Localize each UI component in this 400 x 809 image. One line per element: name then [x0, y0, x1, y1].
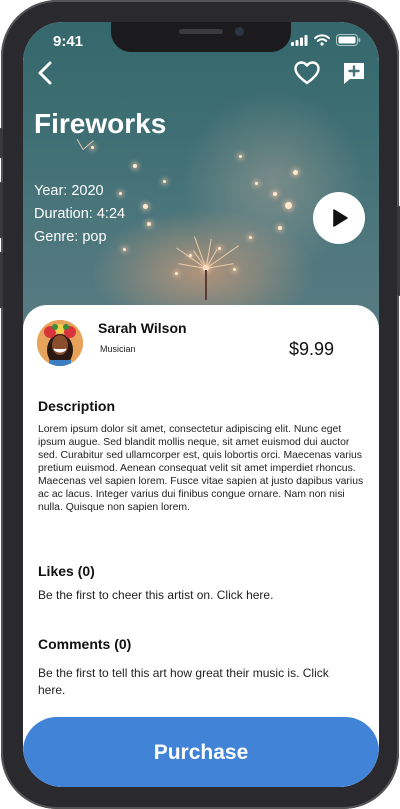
track-duration: Duration: 4:24	[34, 206, 126, 222]
phone-frame: 9:41 Fireworks Year: 2020 Duration: 4:24…	[0, 0, 400, 809]
track-genre: Genre: pop	[34, 229, 107, 245]
status-time: 9:41	[53, 33, 84, 50]
avatar[interactable]	[37, 320, 83, 366]
screen: 9:41 Fireworks Year: 2020 Duration: 4:24…	[23, 22, 379, 787]
message-plus-icon	[344, 63, 364, 84]
artist-role: Musician	[100, 344, 136, 354]
likes-heading: Likes (0)	[38, 563, 95, 579]
play-button[interactable]	[313, 192, 365, 244]
likes-cta[interactable]: Be the first to cheer this artist on. Cl…	[38, 587, 368, 604]
track-year: Year: 2020	[34, 183, 104, 199]
track-title: Fireworks	[34, 108, 167, 139]
comments-cta[interactable]: Be the first to tell this art how great …	[38, 665, 338, 699]
comments-heading: Comments (0)	[38, 636, 132, 652]
notch	[111, 22, 291, 52]
description-text: Lorem ipsum dolor sit amet, consectetur …	[38, 424, 364, 513]
heart-outline-icon	[294, 61, 320, 85]
status-icons	[291, 34, 361, 46]
battery-icon	[336, 34, 361, 46]
cellular-signal-icon	[291, 34, 308, 46]
chevron-left-icon	[38, 61, 52, 85]
purchase-label: Purchase	[153, 741, 249, 764]
volume-down-button	[0, 252, 3, 308]
volume-up-button	[0, 182, 3, 238]
sparkler-stick	[205, 270, 207, 300]
artist-avatar-image	[37, 320, 83, 366]
wifi-icon	[314, 34, 330, 46]
favorite-button[interactable]	[293, 60, 321, 86]
artist-name[interactable]: Sarah Wilson	[98, 320, 187, 336]
detail-card: Sarah Wilson Musician $9.99 Description …	[23, 305, 379, 787]
play-icon	[333, 209, 348, 227]
price-label: $9.99	[289, 339, 335, 359]
purchase-button[interactable]: Purchase	[23, 717, 379, 787]
back-button[interactable]	[35, 60, 57, 86]
mute-switch	[0, 128, 3, 158]
add-to-playlist-button[interactable]	[341, 60, 367, 86]
description-heading: Description	[38, 398, 116, 414]
